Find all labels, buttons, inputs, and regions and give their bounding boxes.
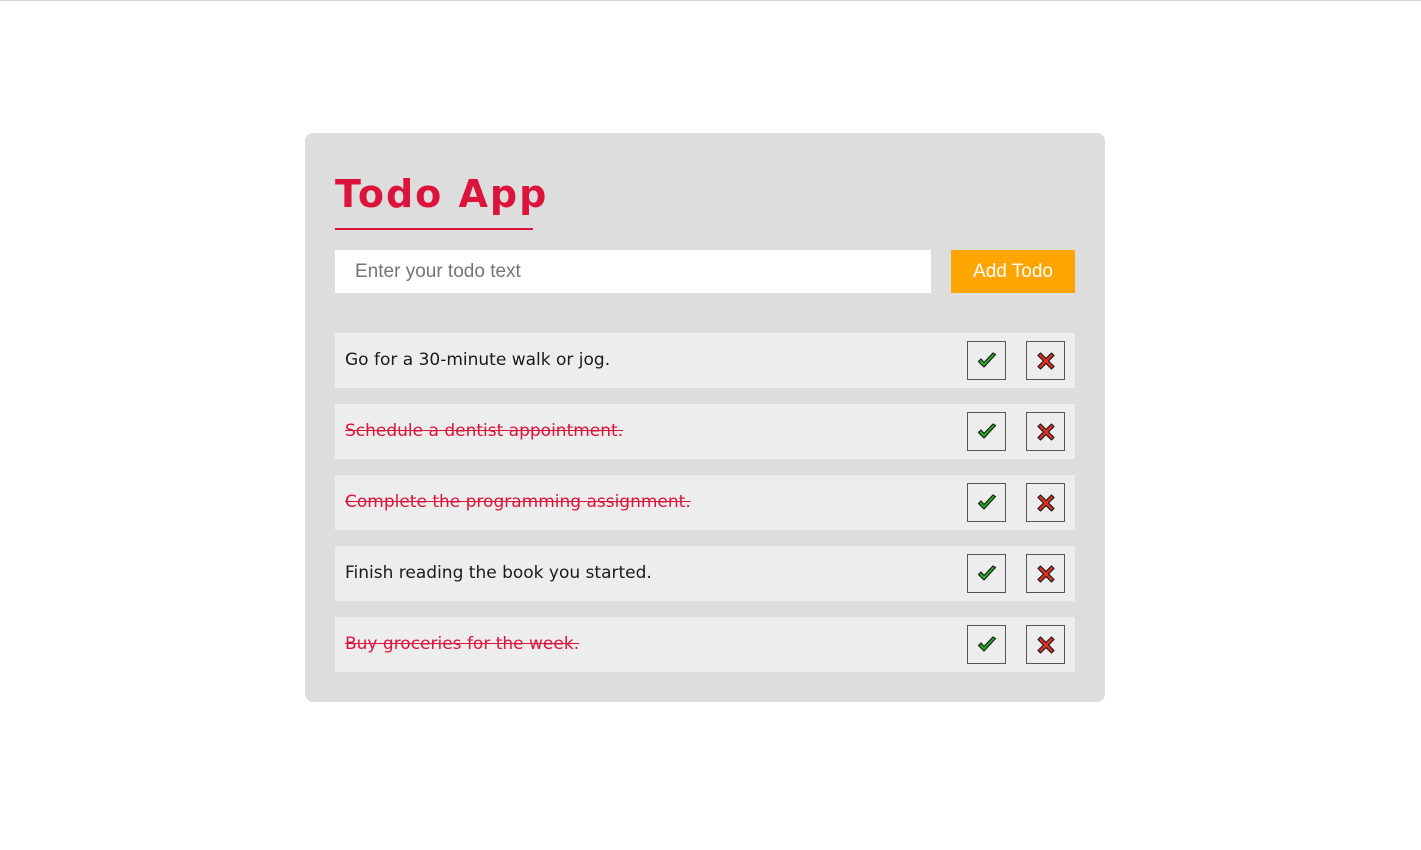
todo-item: Finish reading the book you started.: [335, 546, 1075, 601]
todo-text: Finish reading the book you started.: [345, 563, 652, 583]
page-top-border: [0, 0, 1421, 1]
close-icon: [1036, 564, 1055, 583]
delete-button[interactable]: [1026, 554, 1065, 593]
delete-button[interactable]: [1026, 412, 1065, 451]
delete-button[interactable]: [1026, 625, 1065, 664]
delete-button[interactable]: [1026, 341, 1065, 380]
check-icon: [977, 635, 996, 652]
complete-button[interactable]: [967, 483, 1006, 522]
todo-card: Todo App Add Todo Go for a 30-minute wal…: [305, 133, 1105, 702]
close-icon: [1036, 635, 1055, 654]
app-title: Todo App: [335, 172, 549, 216]
todo-item: Go for a 30-minute walk or jog.: [335, 333, 1075, 388]
close-icon: [1036, 351, 1055, 370]
todo-text: Complete the programming assignment.: [345, 492, 691, 512]
check-icon: [977, 422, 996, 439]
title-underline: [335, 228, 533, 230]
delete-button[interactable]: [1026, 483, 1065, 522]
check-icon: [977, 351, 996, 368]
complete-button[interactable]: [967, 412, 1006, 451]
close-icon: [1036, 422, 1055, 441]
complete-button[interactable]: [967, 554, 1006, 593]
todo-item: Buy groceries for the week.: [335, 617, 1075, 672]
complete-button[interactable]: [967, 341, 1006, 380]
complete-button[interactable]: [967, 625, 1006, 664]
todo-input[interactable]: [335, 250, 931, 293]
todo-text: Schedule a dentist appointment.: [345, 421, 624, 441]
check-icon: [977, 564, 996, 581]
close-icon: [1036, 493, 1055, 512]
add-todo-button[interactable]: Add Todo: [951, 250, 1075, 293]
check-icon: [977, 493, 996, 510]
todo-item: Schedule a dentist appointment.: [335, 404, 1075, 459]
todo-item: Complete the programming assignment.: [335, 475, 1075, 530]
todo-text: Go for a 30-minute walk or jog.: [345, 350, 611, 370]
todo-list: Go for a 30-minute walk or jog. Schedule…: [335, 333, 1075, 688]
todo-text: Buy groceries for the week.: [345, 634, 580, 654]
